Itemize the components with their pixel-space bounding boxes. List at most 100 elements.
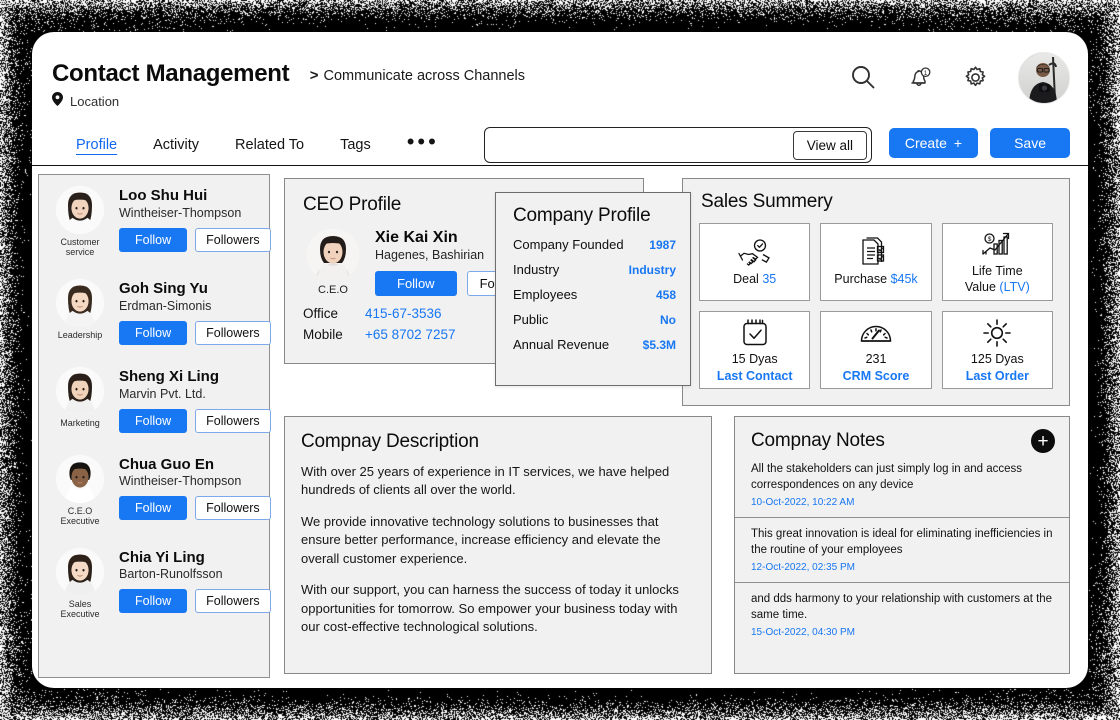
company-description-paragraph: With over 25 years of experience in IT s…: [301, 463, 693, 500]
company-profile-value: 458: [656, 288, 676, 302]
company-profile-key: Employees: [513, 287, 577, 302]
tile-label: Last Order: [966, 369, 1029, 383]
tab-activity[interactable]: Activity: [135, 137, 217, 153]
tile-line1-hl: 35: [762, 272, 776, 286]
tab-related-to[interactable]: Related To: [217, 137, 322, 153]
contact-role: C.E.O Executive: [51, 506, 109, 526]
notification-bell-icon[interactable]: 1: [906, 64, 934, 92]
page-title: Contact Management: [52, 60, 289, 88]
action-buttons: Create + Save: [889, 128, 1070, 158]
note-timestamp: 12-Oct-2022, 02:35 PM: [751, 562, 1055, 573]
settings-gear-icon[interactable]: [962, 64, 990, 92]
create-button[interactable]: Create +: [889, 128, 978, 158]
contact-list-item[interactable]: Customer service Loo Shu Hui Wintheiser-…: [39, 175, 269, 268]
contact-info: Sheng Xi Ling Marvin Pvt. Ltd. Follow Fo…: [119, 367, 271, 433]
company-profile-key: Annual Revenue: [513, 337, 609, 352]
tile-text: Life Time Value (LTV): [965, 264, 1030, 295]
followers-button[interactable]: Followers: [195, 589, 271, 613]
company-profile-title: Company Profile: [496, 193, 690, 227]
tab-more-icon[interactable]: •••: [389, 131, 457, 159]
location-label: Location: [70, 94, 119, 109]
follow-button[interactable]: Follow: [119, 321, 187, 345]
company-notes-title: Compnay Notes: [751, 430, 885, 452]
followers-button[interactable]: Followers: [195, 496, 271, 520]
sales-summary-tile[interactable]: $ Life Time Value (LTV): [942, 223, 1053, 301]
contact-info: Chua Guo En Wintheiser-Thompson Follow F…: [119, 455, 271, 521]
sales-summary-tile[interactable]: 231 CRM Score: [820, 311, 931, 389]
svg-text:$: $: [988, 236, 992, 243]
breadcrumb-label: Communicate across Channels: [324, 68, 525, 84]
tile-value: 231: [866, 352, 887, 366]
company-profile-key: Public: [513, 312, 548, 327]
follow-button[interactable]: Follow: [119, 496, 187, 520]
tab-tags[interactable]: Tags: [322, 137, 389, 153]
company-profile-card: Company Profile Company Founded 1987 Indu…: [495, 192, 691, 386]
contact-role: Marketing: [51, 418, 109, 428]
app-header: Contact Management > Communicate across C…: [32, 32, 1088, 124]
contact-name: Sheng Xi Ling: [119, 368, 271, 386]
follow-button[interactable]: Follow: [119, 589, 187, 613]
company-notes-card: Compnay Notes + All the stakeholders can…: [734, 416, 1070, 674]
sales-summary-tile[interactable]: Purchase $45k: [820, 223, 931, 301]
tile-line1: Deal: [733, 272, 759, 286]
contact-avatar-block: Leadership: [51, 279, 109, 340]
breadcrumb: > Communicate across Channels: [310, 67, 525, 84]
follow-button[interactable]: Follow: [119, 228, 187, 252]
contact-organization: Erdman-Simonis: [119, 299, 271, 313]
contact-organization: Marvin Pvt. Ltd.: [119, 387, 271, 401]
follow-button[interactable]: Follow: [119, 409, 187, 433]
contact-list-item[interactable]: C.E.O Executive Chua Guo En Wintheiser-T…: [39, 444, 269, 537]
search-icon[interactable]: [850, 64, 878, 92]
note-item[interactable]: All the stakeholders can just simply log…: [735, 453, 1069, 518]
contact-list-item[interactable]: Marketing Sheng Xi Ling Marvin Pvt. Ltd.…: [39, 356, 269, 444]
tile-value: 125 Dyas: [971, 352, 1024, 366]
contact-organization: Wintheiser-Thompson: [119, 206, 271, 220]
contact-avatar-block: Sales Executive: [51, 548, 109, 619]
view-all-button[interactable]: View all: [793, 131, 867, 160]
sales-summary-tile[interactable]: 15 Dyas Last Contact: [699, 311, 810, 389]
ceo-avatar: [307, 229, 359, 281]
office-label: Office: [303, 306, 365, 321]
company-profile-row: Industry Industry: [513, 262, 676, 277]
sales-summary-tile[interactable]: 125 Dyas Last Order: [942, 311, 1053, 389]
company-profile-value: No: [660, 313, 676, 327]
company-description-paragraph: We provide innovative technology solutio…: [301, 513, 693, 568]
contact-action-buttons: Follow Followers: [119, 321, 271, 345]
location-row: Location: [52, 92, 119, 111]
company-profile-row: Employees 458: [513, 287, 676, 302]
tab-profile[interactable]: Profile: [58, 137, 135, 153]
company-notes-header: Compnay Notes +: [735, 417, 1069, 453]
followers-button[interactable]: Followers: [195, 228, 271, 252]
ceo-follow-button[interactable]: Follow: [375, 271, 457, 296]
view-all-container: View all: [484, 127, 872, 163]
tile-label: CRM Score: [843, 369, 910, 383]
note-text: This great innovation is ideal for elimi…: [751, 527, 1055, 558]
contact-list-item[interactable]: Sales Executive Chia Yi Ling Barton-Runo…: [39, 537, 269, 630]
note-timestamp: 10-Oct-2022, 10:22 AM: [751, 497, 1055, 508]
save-button[interactable]: Save: [990, 128, 1070, 158]
office-value[interactable]: 415-67-3536: [365, 306, 442, 321]
contact-organization: Wintheiser-Thompson: [119, 474, 271, 488]
plus-icon: +: [954, 135, 962, 151]
user-avatar[interactable]: [1018, 52, 1070, 104]
contact-list-item[interactable]: Leadership Goh Sing Yu Erdman-Simonis Fo…: [39, 268, 269, 356]
company-description-body: With over 25 years of experience in IT s…: [285, 453, 711, 637]
contact-avatar: [56, 548, 104, 596]
contact-avatar-block: Customer service: [51, 186, 109, 257]
tile-line2-hl: (LTV): [999, 280, 1029, 294]
contact-avatar: [56, 455, 104, 503]
contact-role: Leadership: [51, 330, 109, 340]
sales-summary-tile[interactable]: Deal 35: [699, 223, 810, 301]
note-item[interactable]: and dds harmony to your relationship wit…: [735, 583, 1069, 647]
title-block: Contact Management > Communicate across C…: [52, 60, 525, 88]
followers-button[interactable]: Followers: [195, 409, 271, 433]
add-note-icon[interactable]: +: [1031, 429, 1055, 453]
company-profile-value: Industry: [629, 263, 676, 277]
tile-text: Purchase $45k: [834, 272, 917, 287]
company-profile-value: 1987: [649, 238, 676, 252]
mobile-value[interactable]: +65 8702 7257: [365, 327, 455, 342]
body-area: Customer service Loo Shu Hui Wintheiser-…: [32, 166, 1088, 688]
note-item[interactable]: This great innovation is ideal for elimi…: [735, 518, 1069, 583]
followers-button[interactable]: Followers: [195, 321, 271, 345]
company-profile-row: Annual Revenue $5.3M: [513, 337, 676, 352]
